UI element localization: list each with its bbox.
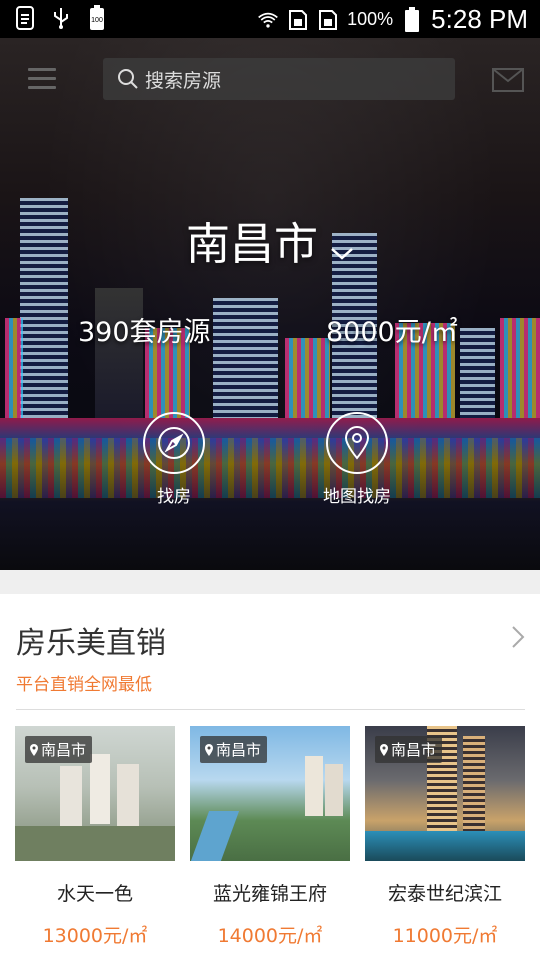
property-card[interactable]: 南昌市 宏泰世纪滨江 11000元/㎡: [365, 726, 525, 948]
skyline-building: [213, 298, 278, 418]
divider: [16, 709, 525, 710]
chevron-down-icon: [330, 222, 354, 273]
sim2-icon: [317, 8, 339, 32]
property-price: 14000元/㎡: [217, 925, 323, 947]
property-name: 水天一色: [56, 883, 133, 905]
svg-text:100: 100: [91, 17, 103, 24]
property-image: 南昌市: [190, 726, 350, 861]
map-search-label: 地图找房: [323, 487, 391, 507]
search-placeholder: 搜索房源: [145, 69, 222, 92]
section-title[interactable]: 房乐美直销: [16, 618, 166, 662]
location-tag: 南昌市: [200, 736, 268, 763]
section-gap: [0, 570, 540, 594]
property-image: 南昌市: [365, 726, 525, 861]
skyline-building: [5, 318, 23, 418]
usb-icon: [50, 6, 72, 30]
section-subtitle: 平台直销全网最低: [16, 675, 152, 695]
skyline-building: [460, 328, 495, 418]
skyline-building: [95, 288, 143, 418]
river-reflection: [0, 418, 540, 570]
skyline-building: [285, 338, 330, 418]
location-pin-icon: [204, 743, 214, 757]
search-bar[interactable]: 搜索房源: [103, 58, 455, 100]
battery-full-icon: 100: [86, 5, 108, 30]
document-icon: [14, 6, 36, 30]
sim1-icon: [287, 8, 309, 32]
property-card[interactable]: 南昌市 蓝光雍锦王府 14000元/㎡: [190, 726, 350, 948]
property-name: 宏泰世纪滨江: [387, 883, 502, 905]
clock: 5:28 PM: [431, 4, 528, 34]
battery-percent: 100%: [347, 9, 394, 29]
status-bar: 100 100% 5:28 PM: [0, 0, 540, 38]
location-tag: 南昌市: [375, 736, 443, 763]
compass-icon: [143, 412, 205, 474]
battery-icon: [401, 6, 423, 32]
hero-banner: 搜索房源 南昌市 390套房源 8000元/㎡ 找房 地图找房: [0, 38, 540, 570]
city-name: 南昌市: [186, 219, 318, 270]
wifi-icon: [257, 8, 279, 32]
average-price: 8000元/㎡: [326, 317, 458, 348]
chevron-right-icon[interactable]: [508, 624, 528, 650]
find-house-label: 找房: [157, 487, 191, 507]
location-pin-icon: [29, 743, 39, 757]
property-card[interactable]: 南昌市 水天一色 13000元/㎡: [15, 726, 175, 948]
mail-icon[interactable]: [492, 68, 524, 92]
find-house-button[interactable]: 找房: [114, 412, 234, 507]
city-selector[interactable]: 南昌市: [0, 208, 540, 273]
skyline-building: [500, 318, 540, 418]
location-pin-icon: [379, 743, 389, 757]
search-icon: [117, 68, 139, 90]
menu-button[interactable]: [28, 68, 56, 90]
property-name: 蓝光雍锦王府: [212, 883, 327, 905]
location-tag: 南昌市: [25, 736, 93, 763]
map-search-button[interactable]: 地图找房: [297, 412, 417, 507]
map-pin-icon: [326, 412, 388, 474]
property-price: 11000元/㎡: [392, 925, 498, 947]
listings-count: 390套房源: [78, 317, 211, 348]
property-image: 南昌市: [15, 726, 175, 861]
property-price: 13000元/㎡: [42, 925, 148, 947]
